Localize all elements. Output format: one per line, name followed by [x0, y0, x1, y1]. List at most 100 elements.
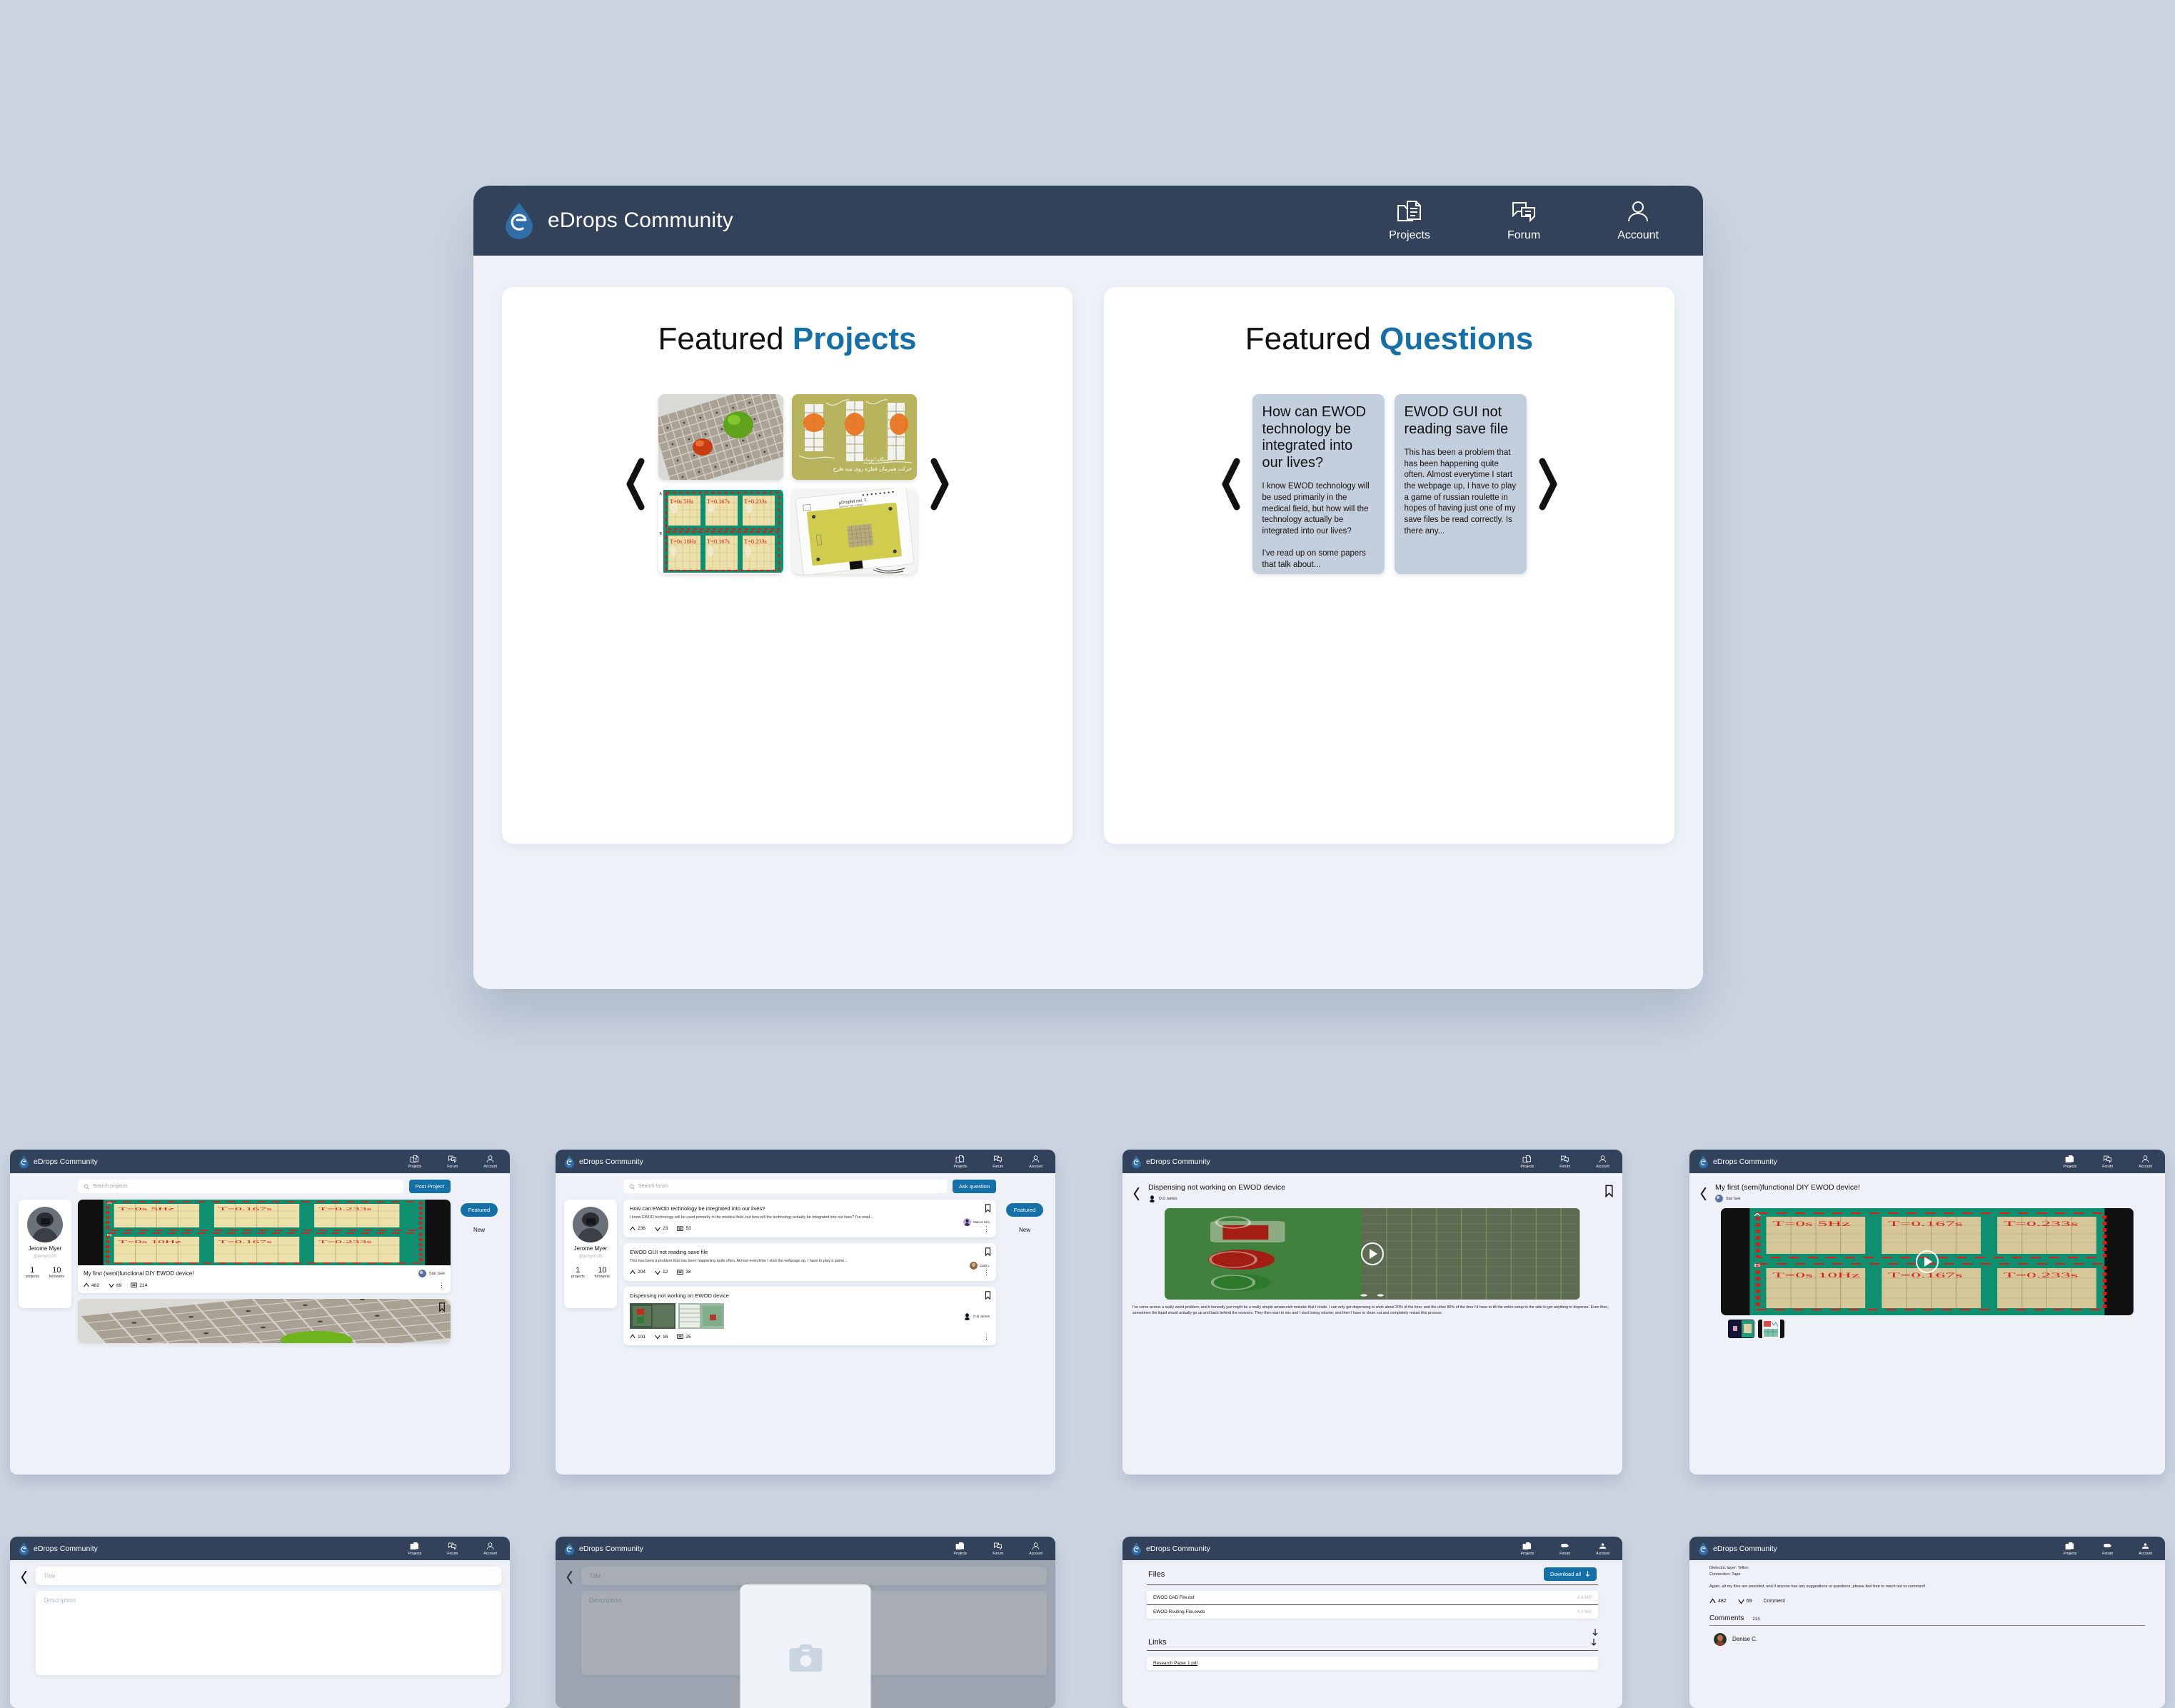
- upvote-control[interactable]: 101: [630, 1334, 646, 1340]
- mini-brand[interactable]: eDrops Community: [1698, 1542, 1777, 1555]
- nav-item-projects[interactable]: Projects: [1389, 199, 1430, 242]
- filter-featured[interactable]: Featured: [1005, 1203, 1044, 1217]
- file-row[interactable]: EWOD Routing File.ewds 4.2 MB: [1147, 1605, 1598, 1619]
- mini-nav-forum[interactable]: Forum: [993, 1155, 1003, 1169]
- download-all-button[interactable]: Download all: [1544, 1567, 1597, 1581]
- media-thumb-1[interactable]: [1728, 1320, 1754, 1338]
- comment-control[interactable]: 25: [677, 1334, 691, 1340]
- camera-icon[interactable]: [787, 1642, 824, 1678]
- projects-carousel-next[interactable]: [928, 456, 953, 513]
- title-input[interactable]: Title: [36, 1567, 501, 1585]
- m­ini-nav-account[interactable]: Account: [1596, 1542, 1609, 1556]
- mini-brand[interactable]: eDrops Community: [19, 1542, 98, 1555]
- mini-brand[interactable]: eDrops Community: [1698, 1155, 1777, 1168]
- downvote-control[interactable]: 12: [655, 1270, 668, 1275]
- mini-brand[interactable]: eDrops Community: [19, 1155, 98, 1168]
- mini-nav-projects[interactable]: Projects: [1521, 1155, 1534, 1169]
- comment-control[interactable]: 38: [677, 1269, 691, 1275]
- more-options-icon[interactable]: ⋮: [438, 1282, 445, 1289]
- play-icon[interactable]: [1360, 1242, 1384, 1265]
- mini-nav-forum[interactable]: Forum: [2102, 1542, 2113, 1556]
- project-post-card[interactable]: T=0s 5Hz T=0.167s T=0.233s T=0s 10Hz T=0.16…: [78, 1200, 451, 1293]
- upvote-control[interactable]: 482: [1709, 1598, 1727, 1604]
- scroll-down-arrow-icon[interactable]: [1592, 1629, 1598, 1637]
- mini-nav-account[interactable]: Account: [483, 1542, 497, 1556]
- mini-nav-projects[interactable]: Projects: [408, 1155, 421, 1169]
- mini-nav-account[interactable]: Account: [483, 1155, 497, 1169]
- mini-nav-account[interactable]: Account: [1596, 1155, 1609, 1169]
- questions-carousel-prev[interactable]: [1218, 456, 1242, 513]
- mini-nav-forum[interactable]: Forum: [447, 1542, 458, 1556]
- filter-new[interactable]: New: [473, 1227, 485, 1233]
- back-button[interactable]: [1698, 1183, 1708, 1201]
- mini-brand[interactable]: eDrops Community: [564, 1155, 643, 1168]
- scroll-down-arrow-icon[interactable]: [1591, 1638, 1597, 1647]
- mini-nav-account[interactable]: Account: [1029, 1155, 1043, 1169]
- nav-item-forum[interactable]: Forum: [1507, 199, 1540, 242]
- bookmark-icon[interactable]: [438, 1302, 446, 1315]
- filter-new[interactable]: New: [1019, 1227, 1030, 1233]
- post-project-button[interactable]: Post Project: [408, 1180, 451, 1193]
- ask-question-button[interactable]: Ask question: [953, 1180, 996, 1193]
- file-row[interactable]: EWOD CAD File.dxf 3.4 MB: [1147, 1591, 1598, 1606]
- comment-action-button[interactable]: Comment: [1763, 1599, 1784, 1604]
- bookmark-icon[interactable]: [985, 1247, 991, 1260]
- upvote-control[interactable]: 482: [84, 1282, 99, 1288]
- back-button[interactable]: [1131, 1183, 1141, 1201]
- upvote-control[interactable]: 236: [630, 1226, 646, 1232]
- search-forum-input[interactable]: Search forum: [623, 1180, 948, 1193]
- nav-item-account[interactable]: Account: [1617, 199, 1659, 242]
- mini-nav-forum[interactable]: Forum: [993, 1542, 1003, 1556]
- comment-control[interactable]: 214: [131, 1282, 147, 1288]
- mini-nav-projects[interactable]: Projects: [1521, 1542, 1534, 1556]
- downvote-control[interactable]: 69: [1737, 1598, 1752, 1604]
- downvote-control[interactable]: 23: [655, 1226, 668, 1232]
- project-thumb-ewod-grid-droplets[interactable]: [658, 394, 783, 480]
- filter-featured[interactable]: Featured: [460, 1203, 498, 1217]
- bookmark-icon[interactable]: [1604, 1183, 1614, 1201]
- mini-brand[interactable]: eDrops Community: [1131, 1542, 1210, 1555]
- mini-nav-account[interactable]: Account: [2139, 1155, 2152, 1169]
- link-row[interactable]: Research Paper 1.pdf: [1147, 1657, 1598, 1671]
- play-icon[interactable]: [1915, 1250, 1939, 1273]
- featured-question-card-1[interactable]: How can EWOD technology be integrated in…: [1252, 394, 1385, 574]
- featured-question-card-2[interactable]: EWOD GUI not reading save file This has …: [1394, 394, 1527, 574]
- mini-nav-projects[interactable]: Projects: [954, 1155, 967, 1169]
- downvote-control[interactable]: 16: [655, 1334, 668, 1340]
- project-post-card[interactable]: [78, 1299, 451, 1343]
- project-thumb-ewod-pcb-orange[interactable]: دستگاه اتومات حرکت همزمان قطره روی سه طر…: [791, 394, 917, 480]
- project-video-player[interactable]: T=0s 5Hz T=0.167s T=0.233s T=0s 10Hz T=0.16…: [1721, 1208, 2134, 1315]
- search-projects-input[interactable]: Search projects: [78, 1180, 403, 1193]
- mini-nav-account[interactable]: Account: [1029, 1542, 1043, 1556]
- media-thumb-2[interactable]: [1758, 1320, 1784, 1338]
- mini-nav-forum[interactable]: Forum: [1559, 1542, 1570, 1556]
- brand[interactable]: eDrops Community: [503, 202, 733, 239]
- more-options-icon[interactable]: ⋮: [983, 1269, 990, 1275]
- project-thumb-ewod-timelapse-figure[interactable]: T=0s 5Hz T=0.167s T=0.233s T=0s 10Hz T=0.16…: [658, 488, 783, 574]
- mini-nav-account[interactable]: Account: [2139, 1542, 2152, 1556]
- description-input[interactable]: Description: [36, 1591, 501, 1675]
- forum-question-row[interactable]: How can EWOD technology be integrated in…: [623, 1200, 996, 1237]
- downvote-control[interactable]: 69: [109, 1282, 121, 1288]
- mini-nav-forum[interactable]: Forum: [447, 1155, 458, 1169]
- comment-control[interactable]: 53: [677, 1226, 691, 1232]
- back-button[interactable]: [19, 1567, 29, 1702]
- mini-nav-projects[interactable]: Projects: [2064, 1155, 2076, 1169]
- mini-nav-projects[interactable]: Projects: [2064, 1542, 2076, 1556]
- questions-carousel-next[interactable]: [1537, 456, 1561, 513]
- projects-carousel-prev[interactable]: [623, 456, 647, 513]
- project-thumb-udroplet-board[interactable]: µDroplet rev. 1 Warning: high voltage!: [791, 488, 917, 574]
- mini-brand[interactable]: eDrops Community: [1131, 1155, 1210, 1168]
- more-options-icon[interactable]: ⋮: [983, 1334, 990, 1340]
- mini-brand[interactable]: eDrops Community: [564, 1542, 643, 1555]
- mini-nav-forum[interactable]: Forum: [1559, 1155, 1570, 1169]
- upvote-control[interactable]: 204: [630, 1269, 646, 1275]
- bookmark-icon[interactable]: [985, 1203, 991, 1216]
- forum-question-row[interactable]: EWOD GUI not reading save file This has …: [623, 1242, 996, 1281]
- bookmark-icon[interactable]: [985, 1290, 991, 1303]
- mini-nav-projects[interactable]: Projects: [954, 1542, 967, 1556]
- question-video-player[interactable]: [1165, 1208, 1580, 1300]
- mini-nav-projects[interactable]: Projects: [408, 1542, 421, 1556]
- mini-nav-forum[interactable]: Forum: [2102, 1155, 2113, 1169]
- more-options-icon[interactable]: ⋮: [983, 1225, 990, 1232]
